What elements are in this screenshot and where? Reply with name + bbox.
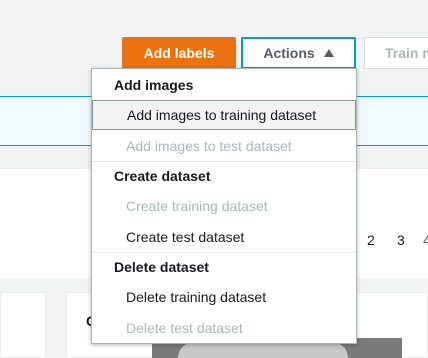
image-card[interactable] [0,292,46,358]
menu-item-label: Create training dataset [126,198,268,214]
train-model-button[interactable]: Train m [364,37,428,69]
add-labels-button[interactable]: Add labels [122,37,236,69]
menu-divider [92,161,356,162]
menu-group-delete-dataset: Delete dataset [114,259,209,275]
actions-label: Actions [263,45,315,61]
image-thumbnail-content [178,342,348,358]
menu-item-label: Create test dataset [126,229,245,245]
menu-item-create-training-dataset: Create training dataset [92,191,356,221]
menu-item-add-images-training[interactable]: Add images to training dataset [92,100,356,130]
menu-item-delete-test-dataset: Delete test dataset [92,313,356,343]
menu-group-create-dataset: Create dataset [114,168,211,184]
menu-item-label: Delete training dataset [126,289,267,305]
menu-divider [92,252,356,253]
page-4-link[interactable]: 4 [423,232,428,248]
menu-item-create-test-dataset[interactable]: Create test dataset [92,222,356,252]
train-model-label: Train m [385,45,428,61]
add-labels-label: Add labels [143,45,215,61]
menu-item-delete-training-dataset[interactable]: Delete training dataset [92,282,356,312]
menu-item-label: Add images to training dataset [127,107,317,123]
menu-item-label: Delete test dataset [126,320,243,336]
actions-dropdown-button[interactable]: Actions [241,37,356,69]
page-3-link[interactable]: 3 [397,232,405,248]
actions-menu: Add images Add images to training datase… [91,68,357,344]
menu-group-add-images: Add images [114,77,194,93]
menu-item-label: Add images to test dataset [126,138,292,154]
page-2-link[interactable]: 2 [367,232,375,248]
menu-item-add-images-test: Add images to test dataset [92,131,356,161]
caret-up-icon [323,49,334,57]
